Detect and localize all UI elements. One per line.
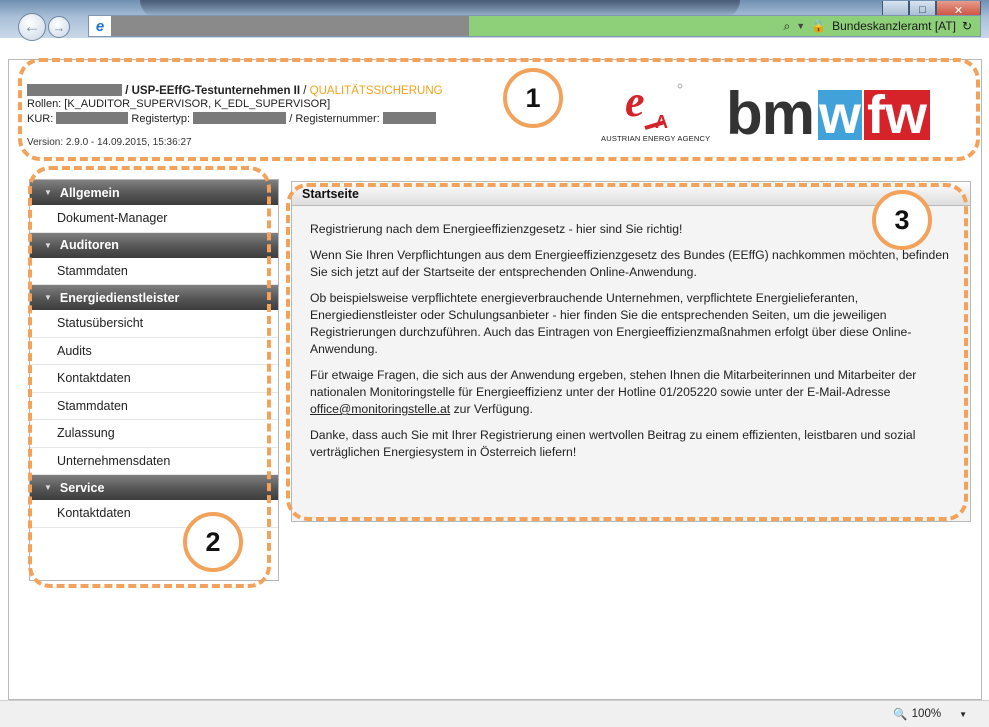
bmwfw-w: w [818,85,862,145]
search-icon[interactable]: ⌕ [783,19,790,34]
chevron-down-icon[interactable]: ▼ [959,710,967,719]
triangle-down-icon: ▼ [44,483,52,492]
paragraph-intro: Registrierung nach dem Energieeffizienzg… [310,222,683,236]
version-text: Version: 2.9.0 - 14.09.2015, 15:36:27 [27,137,192,148]
registernummer-label: / Registernummer: [289,113,380,125]
redacted-field [382,112,436,124]
address-bar[interactable]: e ⌕ ▼ 🔒 Bundeskanzleramt [AT] ↻ [88,15,981,37]
ie-icon: e [89,16,111,36]
sidebar-header-label: Energiedienstleister [59,290,180,305]
bmwfw-logo: bm w fw [726,82,930,146]
sidebar-item-stammdaten[interactable]: Stammdaten [30,257,278,285]
sidebar-header-label: Allgemein [59,185,120,200]
austrian-energy-agency-logo: e A AUSTRIAN ENERGY AGENCY [595,77,715,148]
sidebar-item-audits[interactable]: Audits [30,337,278,365]
sidebar-group-auditoren: ▼ Auditoren Stammdaten [30,232,278,285]
sidebar-item-kontaktdaten[interactable]: Kontaktdaten [30,365,278,393]
paragraph-thanks: Danke, dass auch Sie mit Ihrer Registrie… [310,428,916,459]
contact-text-end: zur Verfügung. [450,402,533,416]
certificate-owner[interactable]: Bundeskanzleramt [AT] [832,19,956,33]
forward-button[interactable]: → [48,16,70,38]
sidebar-header-auditoren[interactable]: ▼ Auditoren [30,232,278,258]
register-line: KUR: Registertyp: / Registernummer: [27,112,436,125]
qs-label[interactable]: QUALITÄTSSICHERUNG [310,85,443,97]
bmwfw-bm: bm [726,80,815,147]
redacted-field [27,84,122,96]
paragraph-contact: Für etwaige Fragen, die sich aus der Anw… [310,367,952,418]
page-header: / USP-EEffG-Testunternehmen II / QUALITÄ… [9,60,981,160]
ea-caption: AUSTRIAN ENERGY AGENCY [601,134,711,143]
sidebar-navigation: ▼ Allgemein Dokument-Manager ▼ Auditoren S… [29,179,279,581]
redacted-field [193,112,287,124]
triangle-down-icon: ▼ [44,240,52,250]
annotation-badge-1: 1 [503,68,563,128]
sidebar-item-statusuebersicht[interactable]: Statusübersicht [30,310,278,338]
paragraph-obligations: Wenn Sie Ihren Verpflichtungen aus dem E… [310,248,949,279]
sidebar-group-energiedienstleister: ▼ Energiedienstleister Statusübersicht Au… [30,285,278,475]
kur-label: KUR: [27,113,54,125]
separator: / [300,85,310,97]
triangle-down-icon: ▼ [44,293,52,302]
lock-icon: 🔒 [811,19,827,33]
sidebar-item-stammdaten[interactable]: Stammdaten [30,392,278,420]
back-button[interactable]: ← [18,13,46,41]
redacted-field [56,112,129,124]
zoom-level[interactable]: 100% [912,708,941,720]
web-page: / USP-EEffG-Testunternehmen II / QUALITÄ… [8,59,982,700]
arrow-right-icon: → [52,19,66,35]
zoom-icon[interactable]: 🔍 [893,707,907,721]
sidebar-item-dokument-manager[interactable]: Dokument-Manager [30,205,278,233]
status-bar: 🔍 100% ▼ [0,700,989,727]
sidebar-item-kontaktdaten[interactable]: Kontaktdaten [30,500,278,528]
ea-logo-mark: e A [625,77,683,132]
content-panel: Startseite Registrierung nach dem Energi… [291,181,971,522]
address-security-area: ⌕ ▼ 🔒 Bundeskanzleramt [AT] ↻ [469,16,980,36]
sidebar-item-unternehmensdaten[interactable]: Unternehmensdaten [30,447,278,475]
sidebar-header-allgemein[interactable]: ▼ Allgemein [30,180,278,205]
sidebar-header-label: Auditoren [59,238,119,252]
org-name: USP-EEffG-Testunternehmen II [131,85,301,97]
sidebar-group-service: ▼ Service Kontaktdaten [30,475,278,528]
bmwfw-fw: fw [864,88,930,142]
annotation-badge-2: 2 [183,512,243,572]
sidebar-item-zulassung[interactable]: Zulassung [30,420,278,448]
svg-text:e: e [625,78,645,126]
email-link[interactable]: office@monitoringstelle.at [310,402,450,416]
header-org-line: / USP-EEffG-Testunternehmen II / QUALITÄ… [27,84,443,97]
paragraph-registrations: Ob beispielsweise verpflichtete energiev… [310,291,912,356]
arrow-left-icon: ← [23,17,41,36]
sidebar-header-service[interactable]: ▼ Service [30,475,278,500]
triangle-down-icon: ▼ [44,188,52,197]
sidebar-group-allgemein: ▼ Allgemein Dokument-Manager [30,180,278,233]
sidebar-header-energiedienstleister[interactable]: ▼ Energiedienstleister [30,285,278,310]
contact-text: Für etwaige Fragen, die sich aus der Anw… [310,368,917,399]
url-redacted[interactable] [111,16,469,36]
panel-title: Startseite [292,182,970,206]
refresh-icon[interactable]: ↻ [962,19,972,33]
roles-text: Rollen: [K_AUDITOR_SUPERVISOR, K_EDL_SUP… [27,98,331,110]
annotation-badge-3: 3 [872,190,932,250]
sidebar-header-label: Service [59,480,105,495]
registertyp-label: Registertyp: [131,113,191,125]
panel-body: Registrierung nach dem Energieeffizienzg… [292,206,970,461]
dropdown-icon[interactable]: ▼ [796,21,805,31]
